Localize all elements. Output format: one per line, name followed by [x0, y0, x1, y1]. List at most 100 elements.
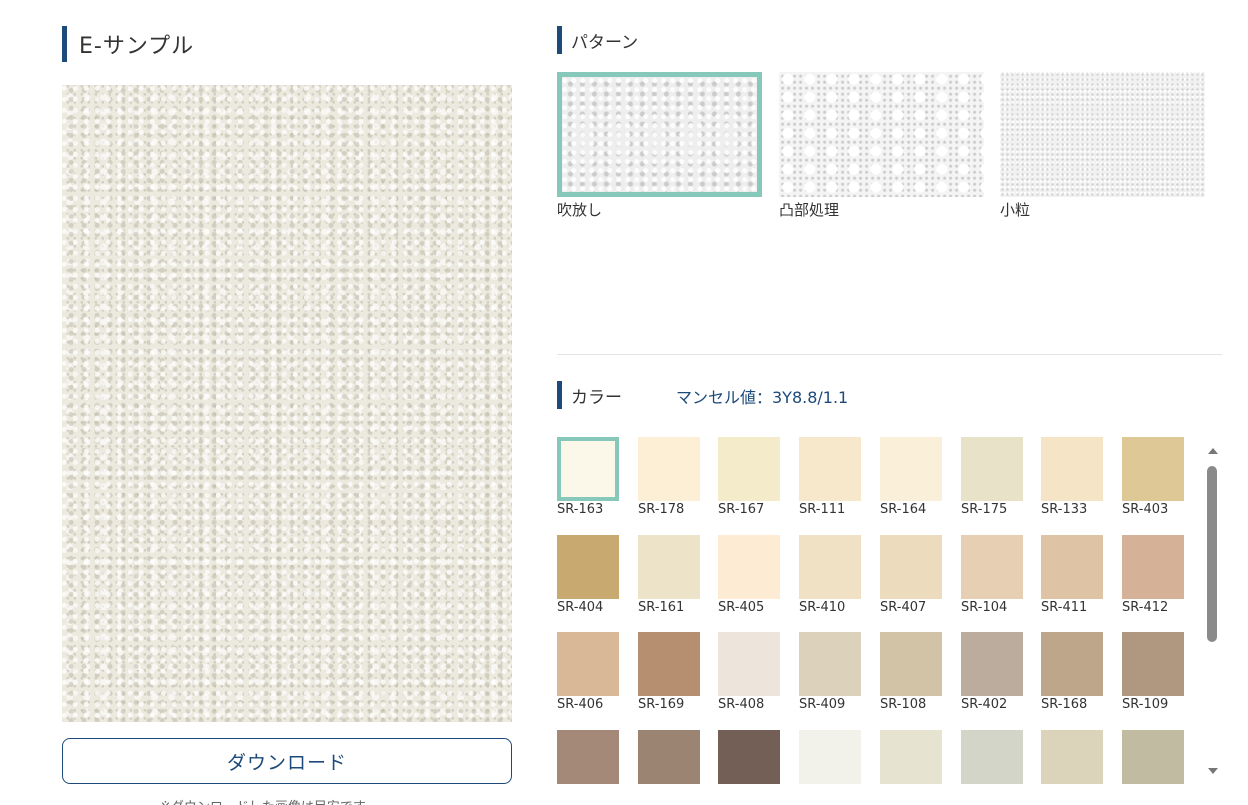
pattern-heading: パターン — [557, 26, 638, 54]
color-code-label: SR-109 — [1122, 697, 1169, 712]
color-swatch[interactable]: SR-111 — [799, 437, 861, 517]
color-code-label: SR-133 — [1041, 502, 1088, 517]
color-code-label: SR-411 — [1041, 600, 1088, 615]
sample-heading: E-サンプル — [62, 26, 194, 62]
color-swatch[interactable]: SR-175 — [961, 437, 1023, 517]
color-swatch[interactable]: SR-410 — [799, 535, 861, 615]
color-chip[interactable] — [718, 730, 780, 784]
color-chip[interactable] — [557, 535, 619, 599]
color-chip[interactable] — [557, 437, 619, 501]
heading-accent-bar — [557, 381, 562, 409]
color-swatch[interactable]: SR-407 — [880, 535, 942, 615]
sample-title: E-サンプル — [79, 34, 195, 59]
color-swatch[interactable] — [961, 730, 1023, 784]
pattern-label: 小粒 — [1000, 201, 1031, 219]
color-code-label: SR-168 — [1041, 697, 1088, 712]
color-grid-scrollbar[interactable] — [1204, 440, 1220, 782]
color-chip[interactable] — [1041, 535, 1103, 599]
color-swatch[interactable]: SR-405 — [718, 535, 780, 615]
color-swatch[interactable]: SR-178 — [638, 437, 700, 517]
color-heading: カラー — [557, 381, 622, 409]
color-swatch[interactable]: SR-402 — [961, 632, 1023, 712]
color-chip[interactable] — [1122, 437, 1184, 501]
color-chip[interactable] — [961, 535, 1023, 599]
color-swatch[interactable] — [557, 730, 619, 784]
color-swatch[interactable]: SR-161 — [638, 535, 700, 615]
color-swatch[interactable]: SR-133 — [1041, 437, 1103, 517]
color-chip[interactable] — [880, 730, 942, 784]
color-code-label: SR-169 — [638, 697, 685, 712]
pattern-option-kotsubu[interactable]: 小粒 — [1000, 72, 1205, 220]
scroll-down-arrow-icon[interactable] — [1208, 768, 1218, 774]
color-swatch[interactable]: SR-163 — [557, 437, 619, 517]
color-swatch[interactable]: SR-167 — [718, 437, 780, 517]
color-swatch[interactable]: SR-168 — [1041, 632, 1103, 712]
download-note: ※ダウンロードした画像は目安です。 — [160, 796, 378, 805]
color-swatch[interactable]: SR-164 — [880, 437, 942, 517]
color-chip[interactable] — [638, 535, 700, 599]
scroll-thumb[interactable] — [1207, 466, 1217, 642]
color-code-label: SR-167 — [718, 502, 765, 517]
color-swatch[interactable] — [638, 730, 700, 784]
color-chip[interactable] — [638, 632, 700, 696]
pattern-thumbnail[interactable] — [557, 72, 762, 197]
color-chip[interactable] — [638, 730, 700, 784]
color-swatch[interactable] — [1122, 730, 1184, 784]
color-code-label: SR-407 — [880, 600, 927, 615]
pattern-thumbnail[interactable] — [1000, 72, 1205, 197]
color-swatch[interactable] — [718, 730, 780, 784]
color-swatch[interactable]: SR-403 — [1122, 437, 1184, 517]
color-chip[interactable] — [799, 632, 861, 696]
download-button[interactable]: ダウンロード — [62, 738, 512, 784]
color-code-label: SR-405 — [718, 600, 765, 615]
color-swatch[interactable]: SR-408 — [718, 632, 780, 712]
color-chip[interactable] — [718, 437, 780, 501]
color-swatch[interactable]: SR-409 — [799, 632, 861, 712]
color-swatch[interactable]: SR-411 — [1041, 535, 1103, 615]
color-chip[interactable] — [880, 632, 942, 696]
color-chip[interactable] — [718, 632, 780, 696]
color-swatch[interactable]: SR-109 — [1122, 632, 1184, 712]
color-chip[interactable] — [961, 730, 1023, 784]
section-divider — [557, 354, 1222, 355]
color-swatch[interactable]: SR-412 — [1122, 535, 1184, 615]
color-chip[interactable] — [961, 437, 1023, 501]
color-chip[interactable] — [880, 437, 942, 501]
color-swatch[interactable] — [799, 730, 861, 784]
color-swatch[interactable] — [1041, 730, 1103, 784]
color-swatch[interactable]: SR-104 — [961, 535, 1023, 615]
color-chip[interactable] — [1041, 632, 1103, 696]
color-swatch-grid: SR-163 SR-178 SR-167 SR-111 SR-164 SR-175 SR-1… — [557, 437, 1197, 784]
color-chip[interactable] — [718, 535, 780, 599]
sample-preview-image — [62, 85, 512, 722]
color-swatch[interactable]: SR-169 — [638, 632, 700, 712]
color-chip[interactable] — [1041, 730, 1103, 784]
color-title: カラー — [571, 387, 622, 408]
pattern-thumbnail[interactable] — [779, 72, 984, 197]
scroll-up-arrow-icon[interactable] — [1208, 448, 1218, 454]
color-code-label: SR-111 — [799, 502, 846, 517]
color-chip[interactable] — [1122, 632, 1184, 696]
color-swatch[interactable]: SR-404 — [557, 535, 619, 615]
color-chip[interactable] — [799, 535, 861, 599]
color-code-label: SR-402 — [961, 697, 1008, 712]
color-swatch[interactable]: SR-108 — [880, 632, 942, 712]
color-chip[interactable] — [557, 730, 619, 784]
color-code-label: SR-163 — [557, 502, 604, 517]
munsell-value: マンセル値：3Y8.8/1.1 — [676, 388, 849, 407]
color-chip[interactable] — [1122, 730, 1184, 784]
pattern-label: 凸部処理 — [779, 201, 840, 219]
color-swatch[interactable] — [880, 730, 942, 784]
color-chip[interactable] — [961, 632, 1023, 696]
color-chip[interactable] — [799, 437, 861, 501]
color-chip[interactable] — [638, 437, 700, 501]
color-chip[interactable] — [1122, 535, 1184, 599]
color-chip[interactable] — [557, 632, 619, 696]
color-swatch[interactable]: SR-406 — [557, 632, 619, 712]
color-chip[interactable] — [799, 730, 861, 784]
color-code-label: SR-108 — [880, 697, 927, 712]
color-chip[interactable] — [1041, 437, 1103, 501]
pattern-option-fukihanashi[interactable]: 吹放し — [557, 72, 762, 220]
pattern-option-totsubu-shori[interactable]: 凸部処理 — [779, 72, 984, 220]
color-chip[interactable] — [880, 535, 942, 599]
